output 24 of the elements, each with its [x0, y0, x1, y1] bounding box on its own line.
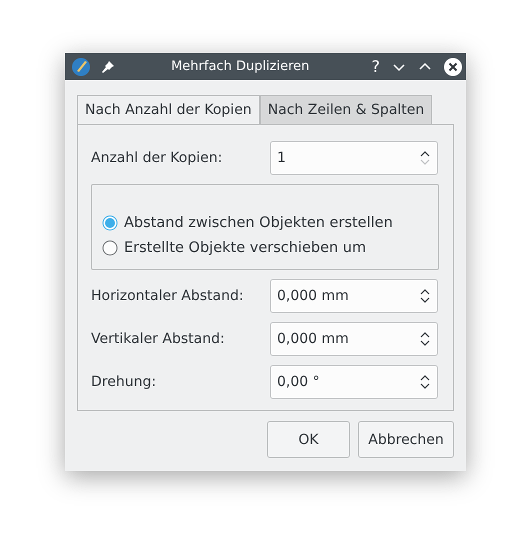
spin-arrows-icon[interactable]	[419, 330, 431, 348]
field-label: Anzahl der Kopien:	[91, 150, 224, 166]
help-button[interactable]: ?	[372, 57, 380, 76]
spin-box[interactable]: 0,00 °	[270, 365, 438, 399]
radio-option[interactable]: Erstellte Objekte verschieben um	[102, 240, 430, 256]
spin-arrows-icon[interactable]	[419, 373, 431, 391]
spin-box[interactable]: 0,000 mm	[270, 279, 438, 313]
app-logo-icon	[71, 56, 91, 76]
spin-box[interactable]: 0,000 mm	[270, 322, 438, 356]
spin-arrows-icon[interactable]	[419, 287, 431, 305]
field-label: Drehung:	[91, 374, 158, 390]
close-button[interactable]	[444, 58, 462, 76]
dialog-button[interactable]: OK	[267, 421, 350, 458]
field-label: Horizontaler Abstand:	[91, 288, 245, 304]
dialog-button[interactable]: Abbrechen	[358, 421, 454, 458]
radio-option[interactable]: Abstand zwischen Objekten erstellen	[102, 215, 430, 231]
tab[interactable]: Nach Anzahl der Kopien	[77, 95, 260, 124]
field-label: Vertikaler Abstand:	[91, 331, 226, 347]
tab[interactable]: Nach Zeilen & Spalten	[260, 95, 432, 124]
radio-icon[interactable]	[102, 215, 118, 231]
spin-box[interactable]: 1	[270, 141, 438, 175]
radio-icon[interactable]	[102, 240, 118, 256]
window-title: Mehrfach Duplizieren	[170, 59, 310, 74]
pin-icon[interactable]	[101, 60, 115, 74]
